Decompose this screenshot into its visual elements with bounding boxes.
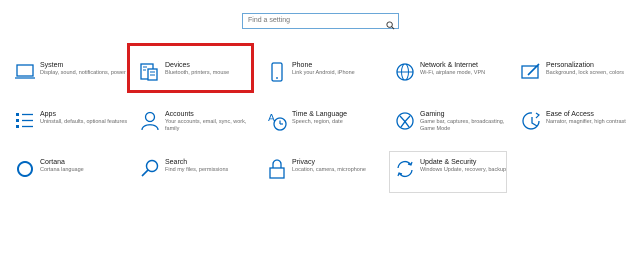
find-setting-search-box[interactable]: Find a setting	[242, 13, 399, 30]
settings-tile-cortana[interactable]: Cortana Cortana language	[14, 158, 132, 198]
tile-title: Phone	[292, 62, 313, 69]
phone-icon	[266, 61, 288, 83]
settings-tile-privacy[interactable]: Privacy Location, camera, microphone	[266, 158, 384, 198]
settings-tile-search[interactable]: Search Find my files, permissions	[139, 158, 257, 198]
tile-title: Search	[165, 159, 188, 166]
tile-title: Time & Language	[292, 111, 347, 118]
tile-title: Accounts	[165, 111, 194, 118]
xbox-icon	[394, 110, 416, 132]
tile-title: Personalization	[546, 62, 594, 69]
laptop-icon	[14, 61, 36, 83]
tile-title: Update & Security	[420, 159, 477, 166]
settings-tile-network-internet[interactable]: Network & Internet Wi-Fi, airplane mode,…	[394, 61, 512, 101]
settings-tile-ease-of-access[interactable]: Ease of Access Narrator, magnifier, high…	[520, 110, 638, 150]
search-magnifier-icon	[386, 17, 395, 30]
search-icon	[139, 158, 161, 180]
settings-tile-personalization[interactable]: Personalization Background, lock screen,…	[520, 61, 638, 101]
settings-tile-apps[interactable]: Apps Uninstall, defaults, optional featu…	[14, 110, 132, 150]
settings-tile-system[interactable]: System Display, sound, notifications, po…	[14, 61, 132, 101]
tile-description: Your accounts, email, sync, work, family	[165, 119, 247, 132]
tile-description: Speech, region, date	[292, 119, 343, 125]
tile-title: Apps	[40, 111, 56, 118]
tile-description: Narrator, magnifier, high contrast	[546, 119, 626, 125]
ease-of-access-icon	[520, 110, 542, 132]
tile-description: Link your Android, iPhone	[292, 70, 355, 76]
tile-title: System	[40, 62, 64, 69]
globe-icon	[394, 61, 416, 83]
apps-list-icon	[14, 110, 36, 132]
tile-description: Windows Update, recovery, backup	[420, 167, 507, 173]
sync-arrows-icon	[394, 158, 416, 180]
settings-tile-accounts[interactable]: Accounts Your accounts, email, sync, wor…	[139, 110, 257, 150]
devices-highlight-box	[127, 43, 254, 93]
tile-description: Find my files, permissions	[165, 167, 229, 173]
time-language-icon: A	[266, 110, 288, 132]
lock-icon	[266, 158, 288, 180]
settings-tile-time-language[interactable]: A Time & Language Speech, region, date	[266, 110, 384, 150]
settings-tile-phone[interactable]: Phone Link your Android, iPhone	[266, 61, 384, 101]
tile-description: Display, sound, notifications, power	[40, 70, 126, 76]
tile-title: Gaming	[420, 111, 445, 118]
tile-title: Cortana	[40, 159, 65, 166]
paint-tablet-icon	[520, 61, 542, 83]
tile-title: Ease of Access	[546, 111, 594, 118]
tile-description: Location, camera, microphone	[292, 167, 366, 173]
tile-description: Background, lock screen, colors	[546, 70, 624, 76]
settings-tile-gaming[interactable]: Gaming Game bar, captures, broadcasting,…	[394, 110, 512, 150]
settings-tile-update-security[interactable]: Update & Security Windows Update, recove…	[394, 158, 512, 198]
search-input[interactable]: Find a setting	[248, 16, 290, 26]
tile-description: Game bar, captures, broadcasting, Game M…	[420, 119, 505, 132]
tile-description: Cortana language	[40, 167, 84, 173]
tile-description: Wi-Fi, airplane mode, VPN	[420, 70, 486, 76]
tile-title: Network & Internet	[420, 62, 478, 69]
person-icon	[139, 110, 161, 132]
tile-description: Uninstall, defaults, optional features	[40, 119, 128, 125]
tile-title: Privacy	[292, 159, 315, 166]
cortana-circle-icon	[14, 158, 36, 180]
